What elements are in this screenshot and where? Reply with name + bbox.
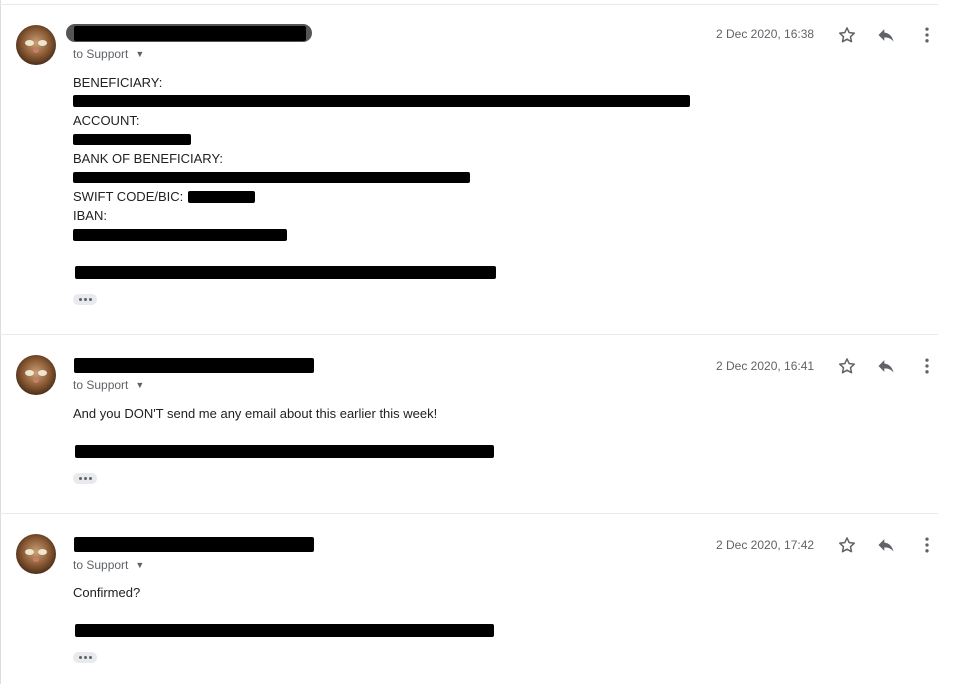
arrow-drop-down-icon: ▼ [135, 560, 145, 570]
bank-redacted [73, 172, 470, 183]
iban-redacted [73, 229, 287, 241]
message-1: to Support ▼ 2 Dec 2020, 16:38 BENEFICIA… [0, 5, 938, 335]
message-body-text: Confirmed? [73, 585, 141, 600]
star-icon[interactable] [835, 533, 859, 557]
star-icon[interactable] [835, 23, 859, 47]
sender-name-redacted-overlay [74, 26, 306, 41]
message-2: to Support ▼ 2 Dec 2020, 16:41 And you D… [0, 335, 938, 514]
arrow-drop-down-icon: ▼ [135, 49, 145, 59]
sender-avatar[interactable] [16, 355, 56, 395]
recipients-toggle[interactable]: to Support ▼ [73, 47, 144, 61]
bank-label: BANK OF BENEFICIARY: [73, 151, 224, 166]
more-horiz-icon [78, 477, 82, 480]
more-vert-icon[interactable] [915, 533, 939, 557]
sender-name-redacted[interactable] [74, 537, 314, 552]
show-trimmed-content-button[interactable] [73, 652, 97, 663]
avatar-eye-right [38, 40, 47, 46]
timestamp: 2 Dec 2020, 16:38 [716, 27, 815, 41]
recipients-toggle[interactable]: to Support ▼ [73, 378, 144, 392]
avatar-eye-right [38, 370, 47, 376]
avatar-eye-right [38, 549, 47, 555]
iban-label: IBAN: [73, 208, 107, 223]
reply-icon[interactable] [874, 23, 898, 47]
timestamp: 2 Dec 2020, 16:41 [716, 359, 815, 373]
more-horiz-icon [78, 298, 82, 301]
recipients-label: to Support [73, 558, 129, 572]
message-body-text: And you DON'T send me any email about th… [73, 406, 438, 421]
show-trimmed-content-button[interactable] [73, 294, 97, 305]
signature-redacted [75, 266, 496, 279]
account-label: ACCOUNT: [73, 113, 140, 128]
message-3: to Support ▼ 2 Dec 2020, 17:42 Confirmed… [0, 514, 938, 684]
avatar-nose [33, 49, 39, 53]
more-horiz-icon [78, 656, 82, 659]
reply-icon[interactable] [874, 533, 898, 557]
signature-redacted [75, 624, 494, 637]
swift-label: SWIFT CODE/BIC: [73, 189, 184, 204]
signature-redacted [75, 445, 494, 458]
more-vert-icon[interactable] [915, 23, 939, 47]
arrow-drop-down-icon: ▼ [135, 380, 145, 390]
account-redacted [73, 134, 191, 145]
beneficiary-redacted [73, 95, 690, 107]
sender-avatar[interactable] [16, 25, 56, 65]
avatar-nose [33, 558, 39, 562]
reply-icon[interactable] [874, 354, 898, 378]
email-thread: to Support ▼ 2 Dec 2020, 16:38 BENEFICIA… [0, 0, 953, 684]
show-trimmed-content-button[interactable] [73, 473, 97, 484]
recipients-toggle[interactable]: to Support ▼ [73, 558, 144, 572]
sender-name-redacted[interactable] [74, 358, 314, 373]
swift-redacted [188, 191, 255, 203]
avatar-eye-left [25, 370, 34, 376]
avatar-nose [33, 379, 39, 383]
timestamp: 2 Dec 2020, 17:42 [716, 538, 815, 552]
beneficiary-label: BENEFICIARY: [73, 75, 163, 90]
recipients-label: to Support [73, 47, 129, 61]
avatar-eye-left [25, 549, 34, 555]
recipients-label: to Support [73, 378, 129, 392]
more-vert-icon[interactable] [915, 354, 939, 378]
avatar-eye-left [25, 40, 34, 46]
star-icon[interactable] [835, 354, 859, 378]
sender-avatar[interactable] [16, 534, 56, 574]
